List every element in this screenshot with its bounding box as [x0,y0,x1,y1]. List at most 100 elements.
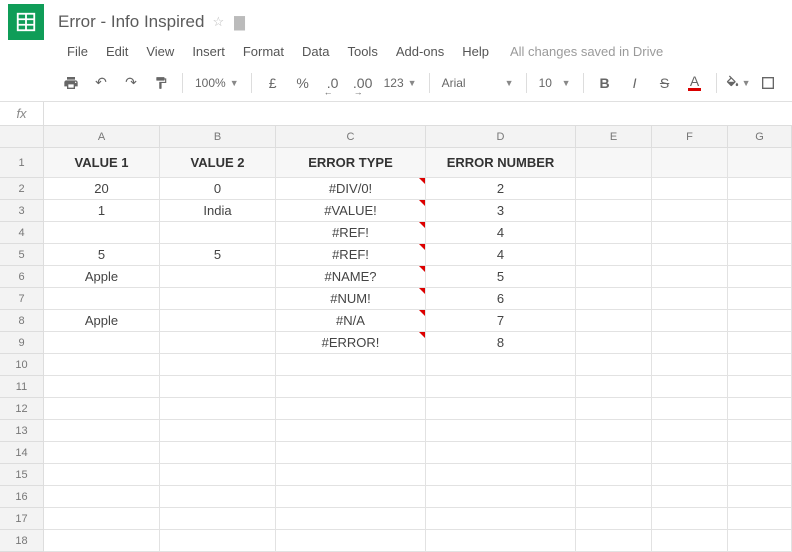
cell-B4[interactable] [160,222,276,244]
col-header-E[interactable]: E [576,126,652,148]
cell-C1[interactable]: ERROR TYPE [276,148,426,178]
cell-F9[interactable] [652,332,728,354]
cell-G9[interactable] [728,332,792,354]
menu-insert[interactable]: Insert [183,41,234,62]
cell-E11[interactable] [576,376,652,398]
cell-E15[interactable] [576,464,652,486]
cell-F1[interactable] [652,148,728,178]
cell-G17[interactable] [728,508,792,530]
cell-G8[interactable] [728,310,792,332]
cell-F11[interactable] [652,376,728,398]
row-header-8[interactable]: 8 [0,310,44,332]
cell-A2[interactable]: 20 [44,178,160,200]
cell-F7[interactable] [652,288,728,310]
bold-button[interactable]: B [592,70,618,96]
cell-B6[interactable] [160,266,276,288]
cell-B15[interactable] [160,464,276,486]
row-header-7[interactable]: 7 [0,288,44,310]
cell-A15[interactable] [44,464,160,486]
cell-A14[interactable] [44,442,160,464]
col-header-A[interactable]: A [44,126,160,148]
cell-E17[interactable] [576,508,652,530]
cell-F14[interactable] [652,442,728,464]
cell-D10[interactable] [426,354,576,376]
cell-C2[interactable]: #DIV/0! [276,178,426,200]
cell-F13[interactable] [652,420,728,442]
fill-color-button[interactable]: ▼ [725,70,751,96]
document-title[interactable]: Error - Info Inspired [58,12,204,32]
cell-G18[interactable] [728,530,792,552]
cell-D7[interactable]: 6 [426,288,576,310]
paint-format-icon[interactable] [148,70,174,96]
row-header-6[interactable]: 6 [0,266,44,288]
cell-G7[interactable] [728,288,792,310]
row-header-1[interactable]: 1 [0,148,44,178]
cell-B5[interactable]: 5 [160,244,276,266]
cell-D14[interactable] [426,442,576,464]
increase-decimal-button[interactable]: .00→ [350,70,376,96]
menu-file[interactable]: File [58,41,97,62]
cell-A16[interactable] [44,486,160,508]
currency-button[interactable]: £ [260,70,286,96]
cell-D5[interactable]: 4 [426,244,576,266]
cell-E18[interactable] [576,530,652,552]
row-header-14[interactable]: 14 [0,442,44,464]
cell-E9[interactable] [576,332,652,354]
cell-D13[interactable] [426,420,576,442]
row-header-5[interactable]: 5 [0,244,44,266]
cell-C7[interactable]: #NUM! [276,288,426,310]
cell-G1[interactable] [728,148,792,178]
col-header-D[interactable]: D [426,126,576,148]
zoom-select[interactable]: 100%▼ [191,76,243,90]
menu-format[interactable]: Format [234,41,293,62]
cell-G14[interactable] [728,442,792,464]
select-all-corner[interactable] [0,126,44,148]
cell-E13[interactable] [576,420,652,442]
menu-addons[interactable]: Add-ons [387,41,453,62]
cell-C15[interactable] [276,464,426,486]
cell-A13[interactable] [44,420,160,442]
cell-C13[interactable] [276,420,426,442]
cell-D6[interactable]: 5 [426,266,576,288]
row-header-3[interactable]: 3 [0,200,44,222]
cell-E4[interactable] [576,222,652,244]
cell-B13[interactable] [160,420,276,442]
cell-C17[interactable] [276,508,426,530]
cell-D12[interactable] [426,398,576,420]
cell-G2[interactable] [728,178,792,200]
menu-tools[interactable]: Tools [338,41,386,62]
cell-C16[interactable] [276,486,426,508]
cell-F2[interactable] [652,178,728,200]
cell-C3[interactable]: #VALUE! [276,200,426,222]
cell-B2[interactable]: 0 [160,178,276,200]
number-format-select[interactable]: 123▼ [380,76,421,90]
cell-E10[interactable] [576,354,652,376]
menu-help[interactable]: Help [453,41,498,62]
cell-E14[interactable] [576,442,652,464]
cell-C5[interactable]: #REF! [276,244,426,266]
cell-E7[interactable] [576,288,652,310]
cell-F18[interactable] [652,530,728,552]
cell-G5[interactable] [728,244,792,266]
cell-A11[interactable] [44,376,160,398]
cell-A12[interactable] [44,398,160,420]
cell-B7[interactable] [160,288,276,310]
italic-button[interactable]: I [622,70,648,96]
row-header-12[interactable]: 12 [0,398,44,420]
cell-C18[interactable] [276,530,426,552]
cell-B16[interactable] [160,486,276,508]
cell-F16[interactable] [652,486,728,508]
cell-F15[interactable] [652,464,728,486]
cell-D18[interactable] [426,530,576,552]
cell-E6[interactable] [576,266,652,288]
cell-D8[interactable]: 7 [426,310,576,332]
cell-C10[interactable] [276,354,426,376]
cell-G3[interactable] [728,200,792,222]
cell-B9[interactable] [160,332,276,354]
cell-G12[interactable] [728,398,792,420]
cell-C11[interactable] [276,376,426,398]
cell-A7[interactable] [44,288,160,310]
cell-E12[interactable] [576,398,652,420]
cell-D17[interactable] [426,508,576,530]
cell-F8[interactable] [652,310,728,332]
